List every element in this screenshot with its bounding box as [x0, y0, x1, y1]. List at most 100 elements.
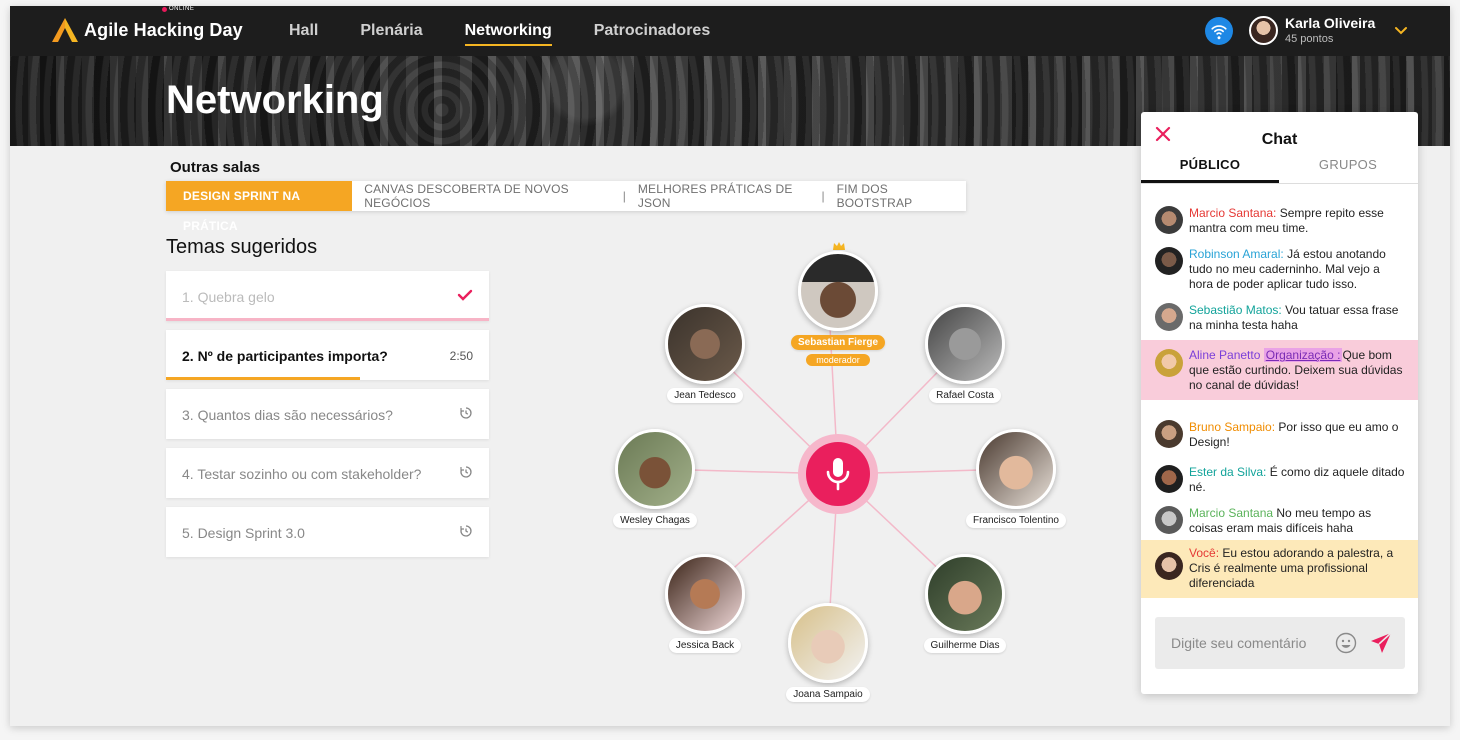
- topic-label: 3. Quantos dias são necessários?: [182, 407, 393, 423]
- participant[interactable]: Jean Tedesco: [655, 304, 755, 403]
- send-icon[interactable]: [1369, 631, 1393, 655]
- chat-message: Sebastião Matos: Vou tatuar essa frase n…: [1141, 297, 1418, 333]
- message-text: Marcio Santana No meu tempo as coisas er…: [1189, 506, 1407, 536]
- avatar: [798, 251, 878, 331]
- participant[interactable]: Joana Sampaio: [778, 603, 878, 702]
- history-icon: [460, 525, 472, 537]
- nav-patrocinadores[interactable]: Patrocinadores: [594, 6, 710, 56]
- chat-message: Marcio Santana No meu tempo as coisas er…: [1141, 500, 1418, 536]
- brand-name: Agile Hacking Day: [84, 19, 243, 40]
- connection-button[interactable]: [1205, 17, 1233, 45]
- participant-name: Wesley Chagas: [613, 513, 697, 528]
- crown-icon: [833, 242, 845, 250]
- avatar: [1155, 206, 1183, 234]
- avatar: [1155, 247, 1183, 275]
- chat-message: Ester da Silva: É como diz aquele ditado…: [1141, 459, 1418, 495]
- top-bar: Agile Hacking Day ONLINE Hall Plenária N…: [10, 6, 1450, 56]
- nav-hall[interactable]: Hall: [289, 6, 318, 56]
- topic-item[interactable]: 3. Quantos dias são necessários?: [166, 389, 489, 439]
- message-author: Aline Panetto: [1189, 348, 1261, 362]
- participant-moderator[interactable]: Sebastian Fierge moderador: [783, 251, 893, 368]
- message-author: Bruno Sampaio:: [1189, 420, 1276, 434]
- user-name: Karla Oliveira: [1285, 15, 1376, 31]
- participant[interactable]: Wesley Chagas: [605, 429, 705, 528]
- online-label: ONLINE: [169, 6, 195, 12]
- logo-mark-icon: [52, 18, 78, 42]
- room-tab[interactable]: FIM DOS BOOTSTRAP: [825, 182, 966, 210]
- check-icon: [457, 289, 473, 301]
- user-points: 45 pontos: [1285, 33, 1334, 45]
- topic-item[interactable]: 5. Design Sprint 3.0: [166, 507, 489, 557]
- page-title: Networking: [166, 78, 384, 122]
- participant-name: Jessica Back: [668, 638, 742, 653]
- nav-networking[interactable]: Networking: [464, 6, 552, 56]
- participant-name: Jean Tedesco: [667, 388, 743, 403]
- participant[interactable]: Guilherme Dias: [915, 554, 1015, 653]
- tab-publico[interactable]: PÚBLICO: [1141, 156, 1279, 183]
- avatar: [788, 603, 868, 683]
- chat-tabs: PÚBLICO GRUPOS: [1141, 156, 1418, 184]
- avatar: [1155, 552, 1183, 580]
- participant[interactable]: Francisco Tolentino: [956, 429, 1076, 528]
- brand-logo[interactable]: Agile Hacking Day: [50, 16, 243, 44]
- message-body: Eu estou adorando a palestra, a Cris é r…: [1189, 546, 1394, 590]
- message-text: Você: Eu estou adorando a palestra, a Cr…: [1189, 546, 1407, 591]
- message-text: Robinson Amaral: Já estou anotando tudo …: [1189, 247, 1407, 292]
- topic-label: 2. Nº de participantes importa?: [182, 348, 388, 364]
- emoji-icon[interactable]: [1335, 632, 1357, 654]
- avatar: [615, 429, 695, 509]
- chat-message: Bruno Sampaio: Por isso que eu amo o Des…: [1141, 414, 1418, 450]
- topics-title: Temas sugeridos: [166, 236, 318, 258]
- message-text: Bruno Sampaio: Por isso que eu amo o Des…: [1189, 420, 1407, 450]
- message-text: Ester da Silva: É como diz aquele ditado…: [1189, 465, 1407, 495]
- message-author: Você:: [1189, 546, 1220, 560]
- tab-grupos[interactable]: GRUPOS: [1279, 156, 1417, 183]
- rooms-tabs: DESIGN SPRINT NA PRÁTICA CANVAS DESCOBER…: [166, 181, 966, 233]
- participant-name: Guilherme Dias: [923, 638, 1007, 653]
- history-icon: [460, 407, 472, 419]
- topic-label: 4. Testar sozinho ou com stakeholder?: [182, 466, 422, 482]
- room-tab[interactable]: MELHORES PRÁTICAS DE JSON: [626, 182, 822, 210]
- avatar: [1155, 349, 1183, 377]
- avatar: [665, 304, 745, 384]
- chevron-down-icon[interactable]: [1393, 23, 1409, 39]
- participant-name: Rafael Costa: [929, 388, 1001, 403]
- networking-graph: Sebastian Fierge moderador Jean Tedesco …: [570, 231, 1090, 721]
- main-nav: Hall Plenária Networking Patrocinadores: [289, 6, 752, 56]
- moderator-badge: moderador: [806, 354, 870, 366]
- topic-progress-bar: [166, 377, 360, 380]
- microphone-icon: [826, 458, 850, 491]
- avatar: [1155, 420, 1183, 448]
- avatar: [976, 429, 1056, 509]
- message-author: Marcio Santana: [1189, 506, 1274, 520]
- chat-message-own: Você: Eu estou adorando a palestra, a Cr…: [1141, 540, 1418, 598]
- comment-input[interactable]: [1171, 617, 1331, 669]
- topic-item-current[interactable]: 2. Nº de participantes importa? 2:50: [166, 330, 489, 380]
- user-avatar[interactable]: [1249, 16, 1278, 45]
- participant[interactable]: Jessica Back: [655, 554, 755, 653]
- message-text: Aline Panetto Organização : Que bom que e…: [1189, 348, 1407, 393]
- topic-item-done[interactable]: 1. Quebra gelo: [166, 271, 489, 321]
- participant-name: Francisco Tolentino: [966, 513, 1066, 528]
- topic-item[interactable]: 4. Testar sozinho ou com stakeholder?: [166, 448, 489, 498]
- nav-plenaria[interactable]: Plenária: [360, 6, 422, 56]
- topic-label: 5. Design Sprint 3.0: [182, 525, 305, 541]
- history-icon: [460, 466, 472, 478]
- chat-message: Marcio Santana: Sempre repito esse mantr…: [1141, 200, 1418, 236]
- room-tab-active[interactable]: DESIGN SPRINT NA PRÁTICA: [166, 181, 353, 233]
- room-tab[interactable]: CANVAS DESCOBERTA DE NOVOS NEGÓCIOS: [352, 182, 622, 210]
- microphone-button-core: [806, 442, 870, 506]
- message-text: Marcio Santana: Sempre repito esse mantr…: [1189, 206, 1407, 236]
- app-frame: Agile Hacking Day ONLINE Hall Plenária N…: [10, 6, 1450, 726]
- chat-panel: Chat PÚBLICO GRUPOS Marcio Santana: Semp…: [1141, 112, 1418, 694]
- message-author: Sebastião Matos:: [1189, 303, 1282, 317]
- organizer-tag: Organização :: [1263, 348, 1343, 362]
- avatar: [1155, 465, 1183, 493]
- chat-composer: [1155, 617, 1405, 669]
- moderator-name: Sebastian Fierge: [790, 335, 886, 350]
- message-author: Robinson Amaral:: [1189, 247, 1284, 261]
- chat-message-organizer: Aline Panetto Organização : Que bom que e…: [1141, 340, 1418, 400]
- participant[interactable]: Rafael Costa: [915, 304, 1015, 403]
- microphone-button[interactable]: [798, 434, 878, 514]
- avatar: [925, 304, 1005, 384]
